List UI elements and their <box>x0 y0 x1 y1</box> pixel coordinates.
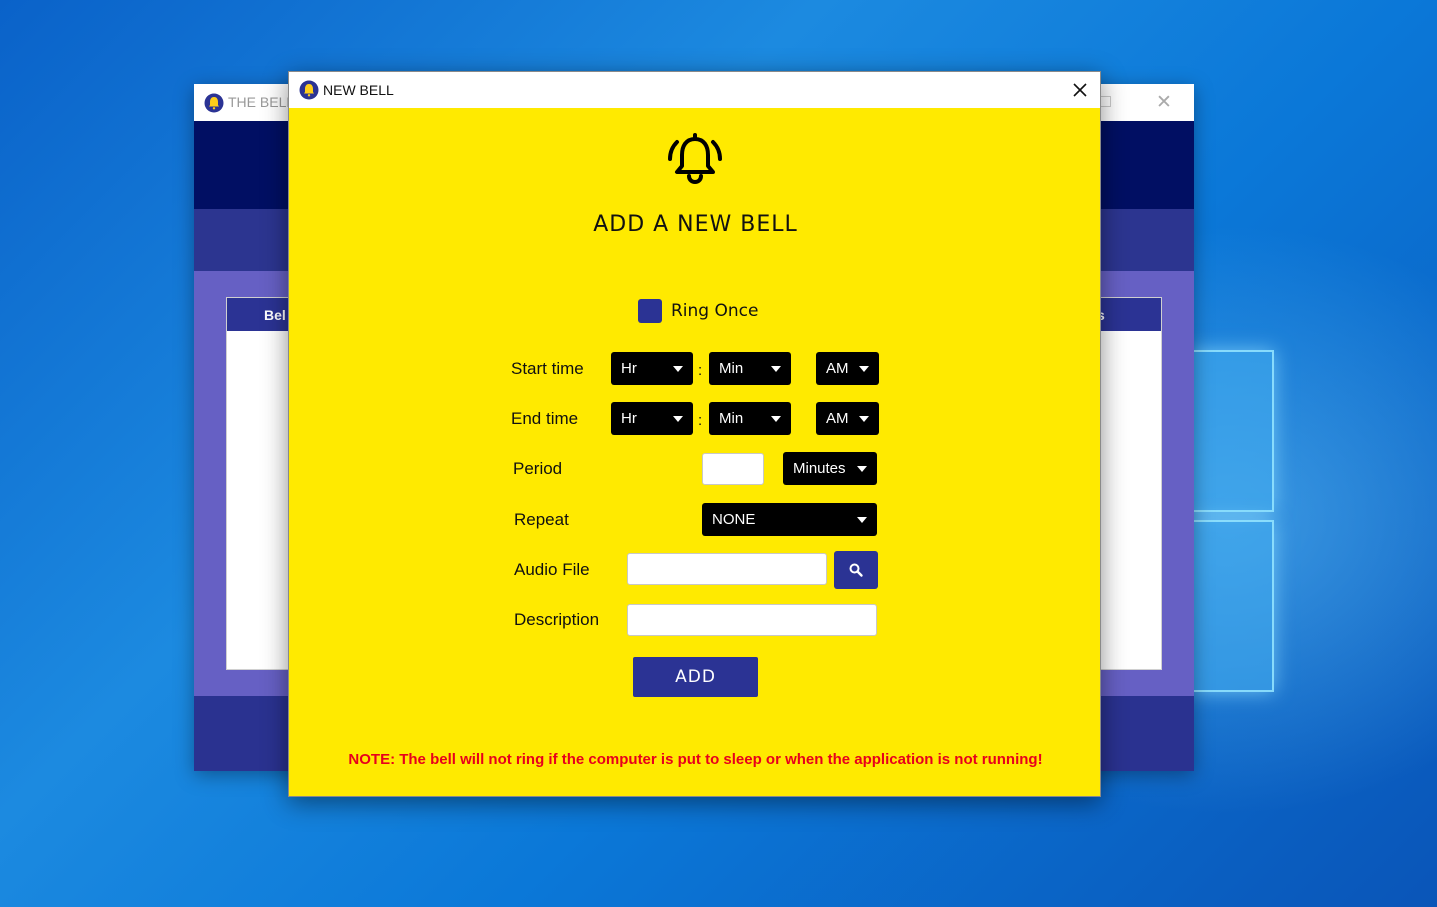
search-icon <box>849 563 863 577</box>
description-label: Description <box>514 610 600 629</box>
end-hour-value: Hr <box>621 410 637 427</box>
browse-audio-button[interactable] <box>834 551 878 589</box>
end-ampm-value: AM <box>826 410 849 427</box>
dropdown-arrow-icon <box>771 366 781 372</box>
dropdown-arrow-icon <box>859 416 869 422</box>
start-ampm-value: AM <box>826 360 849 377</box>
repeat-dropdown[interactable]: NONE <box>702 503 877 536</box>
dialog-titlebar[interactable]: NEW BELL <box>289 72 1100 108</box>
end-minute-value: Min <box>719 410 744 427</box>
dropdown-arrow-icon <box>857 466 867 472</box>
end-minute-dropdown[interactable]: Min <box>709 402 791 435</box>
dropdown-arrow-icon <box>673 366 683 372</box>
close-icon[interactable]: ✕ <box>1156 91 1172 113</box>
dropdown-arrow-icon <box>771 416 781 422</box>
windows-logo-icon <box>1190 338 1280 698</box>
repeat-value: NONE <box>712 511 756 528</box>
time-separator: : <box>698 412 703 429</box>
start-minute-value: Min <box>719 360 744 377</box>
dropdown-arrow-icon <box>857 517 867 523</box>
ring-once-checkbox[interactable] <box>638 299 662 323</box>
audio-file-label: Audio File <box>514 560 590 579</box>
description-input[interactable] <box>627 604 877 636</box>
table-column-header: Bel <box>264 307 286 323</box>
ring-once-label: Ring Once <box>671 301 759 321</box>
end-time-label: End time <box>511 409 579 428</box>
add-button[interactable]: ADD <box>633 657 758 697</box>
end-hour-dropdown[interactable]: Hr <box>611 402 693 435</box>
sleep-warning-note: NOTE: The bell will not ring if the comp… <box>348 751 1043 768</box>
end-ampm-dropdown[interactable]: AM <box>816 402 879 435</box>
dialog-title: NEW BELL <box>323 82 394 98</box>
new-bell-dialog: NEW BELL ADD A NEW BELL Ring Once Start … <box>288 71 1101 797</box>
time-separator: : <box>698 362 703 379</box>
main-window-title: THE BELL <box>228 94 295 110</box>
maximize-icon[interactable] <box>1100 96 1111 107</box>
audio-file-input[interactable] <box>627 553 827 585</box>
app-bell-icon <box>204 93 224 113</box>
dropdown-arrow-icon <box>673 416 683 422</box>
period-unit-value: Minutes <box>793 460 846 477</box>
start-hour-value: Hr <box>621 360 637 377</box>
dropdown-arrow-icon <box>859 366 869 372</box>
period-unit-dropdown[interactable]: Minutes <box>783 452 877 485</box>
dialog-heading: ADD A NEW BELL <box>593 212 798 237</box>
start-hour-dropdown[interactable]: Hr <box>611 352 693 385</box>
close-icon[interactable] <box>1063 77 1097 103</box>
start-minute-dropdown[interactable]: Min <box>709 352 791 385</box>
period-label: Period <box>513 459 563 478</box>
period-input[interactable] <box>702 453 764 485</box>
repeat-label: Repeat <box>514 510 569 529</box>
start-time-label: Start time <box>511 359 584 378</box>
start-ampm-dropdown[interactable]: AM <box>816 352 879 385</box>
app-bell-icon <box>299 80 319 100</box>
bell-icon <box>668 133 722 185</box>
